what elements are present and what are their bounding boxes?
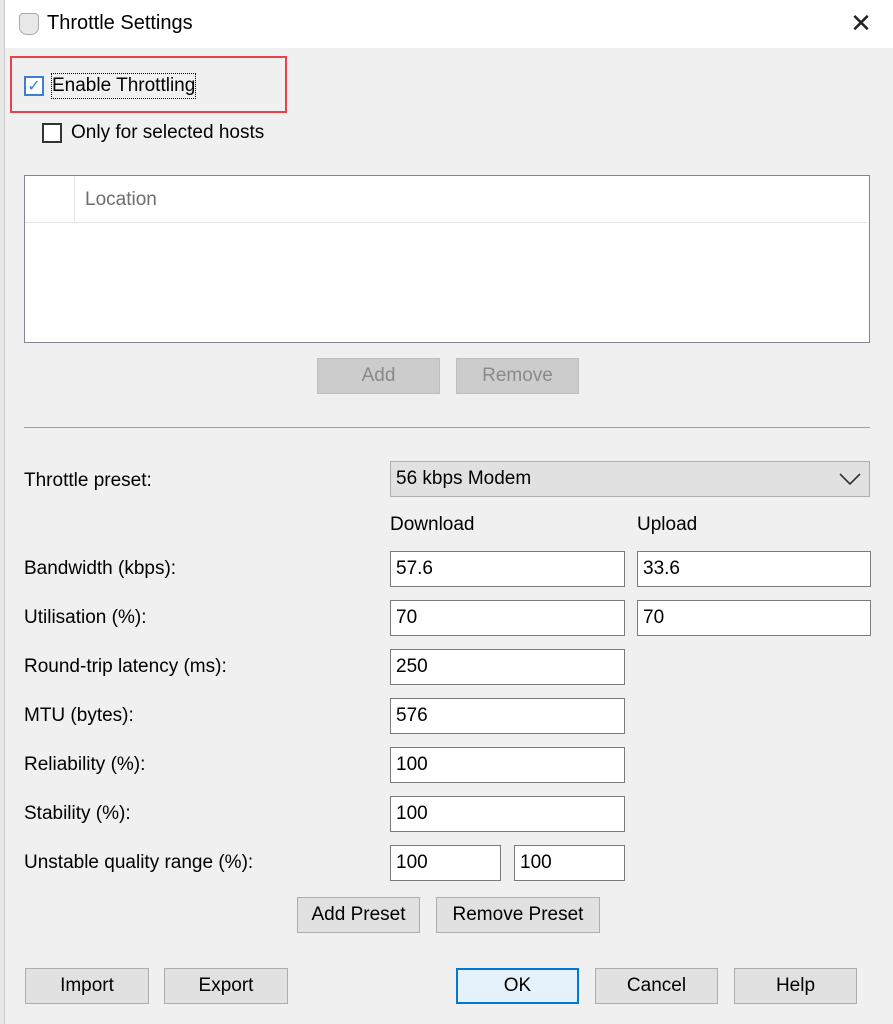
separator	[24, 427, 870, 428]
close-icon[interactable]: ✕	[848, 8, 874, 38]
upload-header: Upload	[637, 514, 698, 535]
help-button[interactable]: Help	[734, 968, 857, 1004]
unstable-range-min-input[interactable]: 100	[390, 845, 501, 881]
stability-label: Stability (%):	[24, 803, 131, 824]
reliability-label: Reliability (%):	[24, 754, 146, 775]
enable-throttling-checkbox[interactable]: ✓	[24, 76, 44, 96]
throttle-preset-label: Throttle preset:	[24, 470, 152, 491]
import-button[interactable]: Import	[25, 968, 149, 1004]
bandwidth-download-input[interactable]: 57.6	[390, 551, 625, 587]
column-divider	[74, 176, 75, 223]
bandwidth-upload-input[interactable]: 33.6	[637, 551, 871, 587]
checkmark-icon: ✓	[27, 78, 41, 95]
unstable-range-label: Unstable quality range (%):	[24, 852, 254, 873]
latency-label: Round-trip latency (ms):	[24, 656, 227, 677]
hosts-list[interactable]: Location	[24, 175, 870, 343]
download-header: Download	[390, 514, 475, 535]
mtu-input[interactable]: 576	[390, 698, 625, 734]
bandwidth-label: Bandwidth (kbps):	[24, 558, 177, 579]
reliability-input[interactable]: 100	[390, 747, 625, 783]
remove-host-button[interactable]: Remove	[456, 358, 579, 394]
ok-button[interactable]: OK	[456, 968, 579, 1004]
utilisation-upload-input[interactable]: 70	[637, 600, 871, 636]
throttle-preset-value: 56 kbps Modem	[396, 468, 532, 489]
only-selected-hosts-label[interactable]: Only for selected hosts	[71, 121, 264, 145]
utilisation-label: Utilisation (%):	[24, 607, 147, 628]
stability-input[interactable]: 100	[390, 796, 625, 832]
window-title: Throttle Settings	[47, 12, 193, 34]
enable-throttling-label[interactable]: Enable Throttling	[50, 73, 197, 99]
unstable-range-max-input[interactable]: 100	[514, 845, 625, 881]
utilisation-download-input[interactable]: 70	[390, 600, 625, 636]
remove-preset-button[interactable]: Remove Preset	[436, 897, 600, 933]
column-header-location[interactable]: Location	[85, 189, 157, 211]
add-host-button[interactable]: Add	[317, 358, 440, 394]
add-preset-button[interactable]: Add Preset	[297, 897, 420, 933]
export-button[interactable]: Export	[164, 968, 288, 1004]
chevron-down-icon	[839, 473, 861, 486]
only-selected-hosts-checkbox[interactable]	[42, 123, 62, 143]
mtu-label: MTU (bytes):	[24, 705, 134, 726]
throttle-preset-select[interactable]: 56 kbps Modem	[390, 461, 870, 497]
background-window-edge	[0, 0, 5, 1024]
latency-input[interactable]: 250	[390, 649, 625, 685]
pitcher-icon	[19, 13, 39, 35]
cancel-button[interactable]: Cancel	[595, 968, 718, 1004]
